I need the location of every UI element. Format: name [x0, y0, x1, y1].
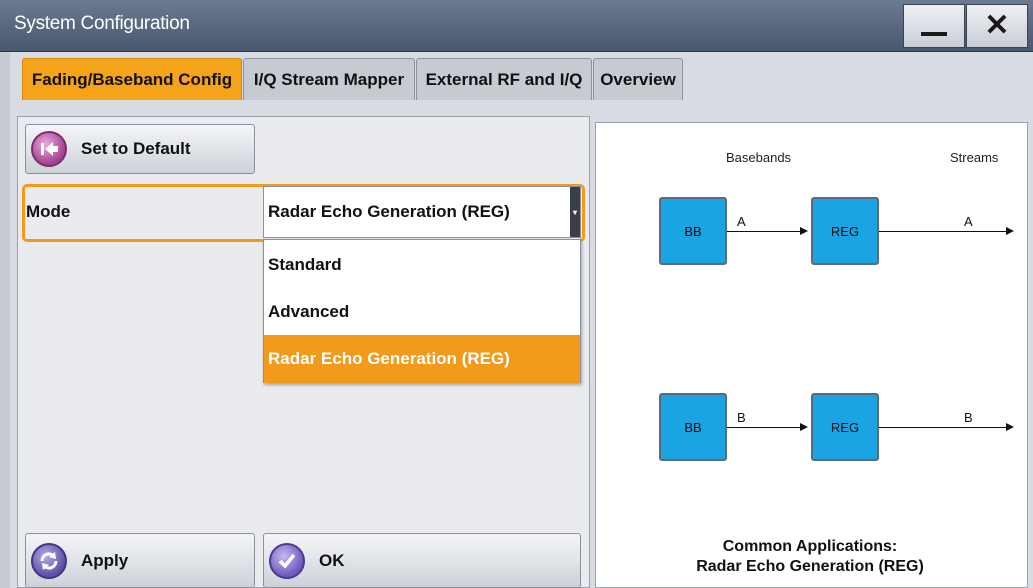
dropdown-arrow-icon[interactable]: ▾ — [570, 187, 580, 237]
close-button[interactable]: ✕ — [966, 4, 1028, 48]
minimize-button[interactable] — [903, 4, 965, 48]
arrow-bb-a-to-reg — [727, 227, 808, 235]
basebands-header: Basebands — [726, 150, 792, 165]
tab-fading-baseband-config[interactable]: Fading/Baseband Config — [22, 58, 242, 100]
tab-external-rf-iq[interactable]: External RF and I/Q — [416, 58, 592, 100]
path-label-b-in: B — [737, 410, 746, 425]
arrow-bb-b-to-reg — [727, 423, 808, 431]
ok-button[interactable]: OK — [263, 533, 581, 588]
window-title-bar: System Configuration — [0, 0, 1033, 52]
arrow-reg-a-to-stream — [879, 227, 1014, 235]
diagram-caption: Common Applications: Radar Echo Generati… — [640, 537, 980, 577]
reg-block-a: REG — [811, 197, 879, 265]
mode-option-standard[interactable]: Standard — [264, 241, 580, 289]
caption-line-2: Radar Echo Generation (REG) — [696, 558, 924, 575]
mode-select[interactable]: Radar Echo Generation (REG) ▾ — [263, 186, 581, 238]
apply-refresh-icon — [31, 542, 67, 579]
set-to-default-button[interactable]: Set to Default — [25, 124, 255, 174]
checkmark-icon — [269, 542, 305, 579]
close-icon: ✕ — [984, 9, 1010, 42]
caption-line-1: Common Applications: — [722, 538, 898, 555]
path-label-a-in: A — [737, 214, 746, 229]
mode-label: Mode — [26, 202, 71, 221]
tab-rail — [10, 100, 1033, 116]
window-left-edge — [0, 52, 10, 588]
apply-label: Apply — [81, 550, 129, 570]
mode-dropdown-list: Standard Advanced Radar Echo Generation … — [263, 239, 581, 383]
window-title: System Configuration — [14, 13, 190, 34]
apply-button[interactable]: Apply — [25, 533, 255, 588]
path-label-b-out: B — [964, 410, 973, 425]
tab-iq-stream-mapper[interactable]: I/Q Stream Mapper — [243, 58, 415, 100]
ok-label: OK — [319, 550, 345, 570]
mode-option-advanced[interactable]: Advanced — [264, 288, 580, 336]
mode-option-reg[interactable]: Radar Echo Generation (REG) — [264, 335, 580, 383]
set-to-default-label: Set to Default — [81, 139, 191, 158]
streams-header: Streams — [950, 150, 999, 165]
mode-select-value: Radar Echo Generation (REG) — [268, 202, 510, 221]
signal-flow-diagram — [595, 122, 1028, 588]
reg-block-b: REG — [811, 393, 879, 461]
path-label-a-out: A — [964, 214, 973, 229]
baseband-block-b: BB — [659, 393, 727, 461]
baseband-block-a: BB — [659, 197, 727, 265]
tab-overview[interactable]: Overview — [593, 58, 683, 100]
back-arrow-icon — [31, 131, 67, 167]
minimize-icon — [921, 32, 947, 36]
arrow-reg-b-to-stream — [879, 423, 1014, 431]
